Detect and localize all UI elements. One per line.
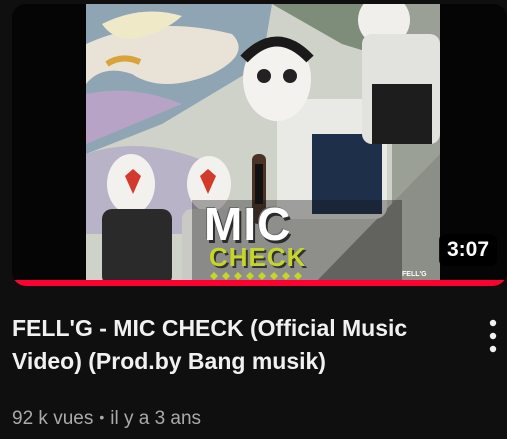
thumbnail-logo-artist: FELL'G [402,271,427,278]
more-options-button[interactable] [482,314,504,358]
published-time: il y a 3 ans [110,408,202,429]
video-thumbnail[interactable]: MIC CHECK FELL'G 3:07 [12,4,507,286]
video-metadata: 92 k vues • il y a 3 ans [12,405,201,431]
watch-progress-bar [12,280,507,286]
thumbnail-logo-mic: MIC [204,198,292,250]
duration-badge: 3:07 [438,234,497,266]
more-vert-icon [489,319,497,353]
video-title[interactable]: FELL'G - MIC CHECK (Official Music Video… [12,312,467,378]
meta-separator: • [99,409,105,425]
watch-progress-fill [12,280,507,286]
video-card: MIC CHECK FELL'G 3:07 FELL'G - MIC CHECK… [0,0,507,439]
view-count: 92 k vues [12,408,94,429]
thumbnail-logo-check: CHECK [209,242,307,272]
